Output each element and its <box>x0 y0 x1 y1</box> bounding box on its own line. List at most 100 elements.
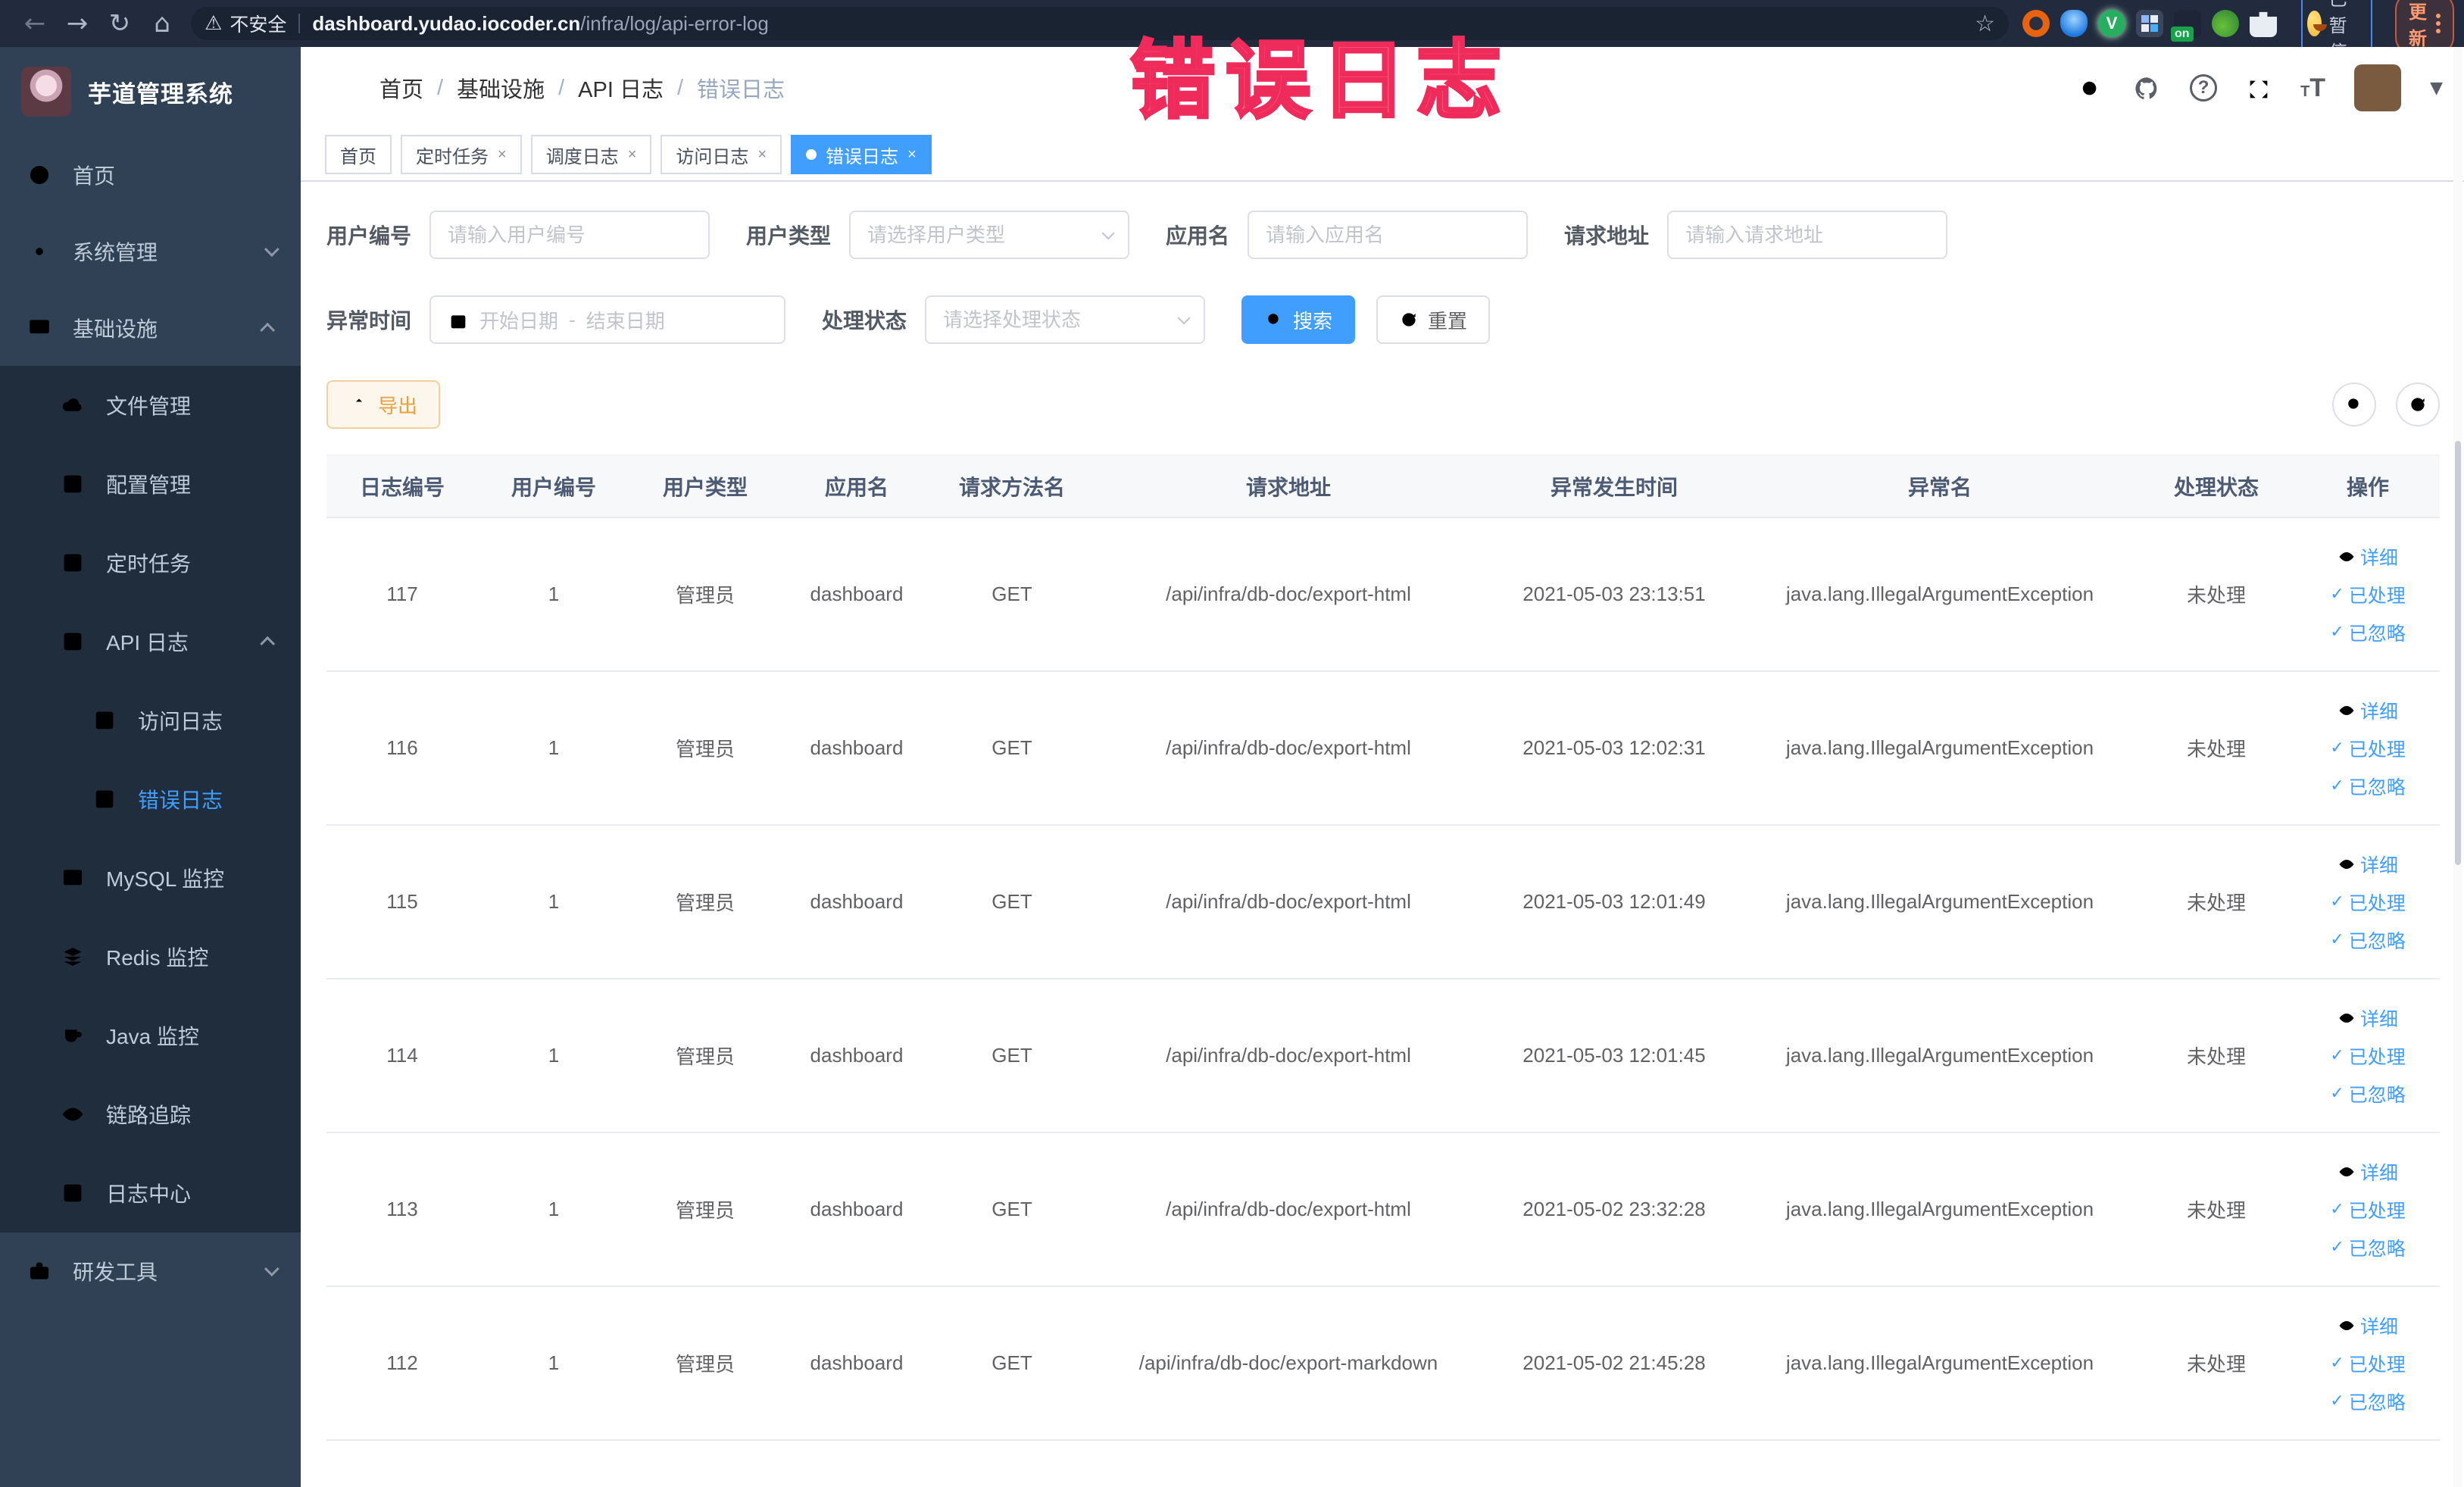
close-icon[interactable]: × <box>907 146 917 164</box>
extension-icon[interactable]: on <box>2171 10 2201 42</box>
table-cell: 2021-05-02 21:45:28 <box>1485 1286 1743 1441</box>
tag-error-log[interactable]: 错误日志 × <box>791 135 932 174</box>
process-status-select[interactable] <box>925 295 1206 344</box>
log-doc-icon <box>59 1180 86 1207</box>
sidebar-item-log-center[interactable]: 日志中心 <box>0 1154 301 1232</box>
help-icon[interactable]: ? <box>2190 74 2218 102</box>
home-icon[interactable]: ⌂ <box>141 8 183 39</box>
extensions-puzzle-icon[interactable] <box>2250 11 2277 37</box>
browser-menu-icon[interactable] <box>2436 14 2441 33</box>
table-cell: dashboard <box>781 825 932 979</box>
eye-icon <box>2338 1161 2356 1182</box>
sidebar-item-redis-monitor[interactable]: Redis 监控 <box>0 917 301 996</box>
mark-processed-link[interactable]: ✓ 已处理 <box>2330 889 2405 916</box>
detail-link[interactable]: 详细 <box>2338 697 2398 724</box>
sidebar-item-label: 日志中心 <box>106 1182 192 1206</box>
mark-processed-link[interactable]: ✓ 已处理 <box>2330 1042 2405 1070</box>
sidebar-item-access-log[interactable]: 访问日志 <box>0 681 301 760</box>
close-icon[interactable]: × <box>757 146 767 164</box>
github-icon[interactable] <box>2132 73 2161 103</box>
fullscreen-icon[interactable] <box>2246 73 2272 103</box>
detail-link[interactable]: 详细 <box>2338 851 2398 878</box>
mark-processed-link[interactable]: ✓ 已处理 <box>2330 1350 2405 1377</box>
extension-icon[interactable] <box>2022 10 2050 37</box>
back-icon[interactable]: ← <box>14 8 56 39</box>
scrollbar-thumb[interactable] <box>2455 441 2461 865</box>
detail-link[interactable]: 详细 <box>2338 1312 2398 1339</box>
tag-schedule-log[interactable]: 调度日志 × <box>530 135 652 174</box>
tag-scheduled-jobs[interactable]: 定时任务 × <box>401 135 522 174</box>
font-size-icon[interactable]: TT <box>2300 73 2325 103</box>
check-icon: ✓ <box>2330 623 2344 642</box>
search-icon[interactable] <box>2078 73 2103 103</box>
mark-ignored-link[interactable]: ✓ 已忽略 <box>2330 1234 2405 1261</box>
tag-access-log[interactable]: 访问日志 × <box>661 135 782 174</box>
detail-link[interactable]: 详细 <box>2338 1004 2398 1032</box>
extension-icon[interactable] <box>2136 10 2163 37</box>
mark-processed-link[interactable]: ✓ 已处理 <box>2330 1196 2405 1223</box>
close-icon[interactable]: × <box>628 146 637 164</box>
detail-link[interactable]: 详细 <box>2338 1158 2398 1186</box>
sidebar-item-mysql-monitor[interactable]: MySQL 监控 <box>0 839 301 917</box>
search-button[interactable]: 搜索 <box>1241 295 1356 344</box>
sidebar-item-infra[interactable]: 基础设施 <box>0 289 301 366</box>
mark-ignored-link[interactable]: ✓ 已忽略 <box>2330 1080 2405 1107</box>
action-label: 已处理 <box>2348 1354 2406 1376</box>
export-button[interactable]: 导出 <box>326 380 441 429</box>
breadcrumb-item[interactable]: 基础设施 <box>457 72 545 104</box>
mark-ignored-link[interactable]: ✓ 已忽略 <box>2330 773 2405 800</box>
sidebar-item-config-manage[interactable]: 配置管理 <box>0 445 301 523</box>
forward-icon[interactable]: → <box>56 8 98 39</box>
mark-processed-link[interactable]: ✓ 已处理 <box>2330 581 2405 608</box>
extension-icon[interactable] <box>2060 10 2088 37</box>
sidebar-item-file-manage[interactable]: 文件管理 <box>0 366 301 445</box>
user-menu-caret-icon[interactable]: ▼ <box>2430 79 2443 98</box>
collapse-sidebar-icon[interactable] <box>322 73 352 103</box>
app-name-input[interactable] <box>1266 223 1510 247</box>
reload-icon[interactable]: ↻ <box>98 8 141 39</box>
mark-processed-link[interactable]: ✓ 已处理 <box>2330 735 2405 762</box>
table-cell: GET <box>932 517 1091 672</box>
actions-cell: 详细 ✓ 已处理 ✓ 已忽略 <box>2296 1286 2440 1441</box>
sidebar-item-system[interactable]: 系统管理 <box>0 213 301 289</box>
user-avatar[interactable] <box>2354 64 2402 111</box>
extension-icon[interactable] <box>2212 10 2239 37</box>
refresh-table-button[interactable] <box>2396 383 2440 426</box>
process-status-select-input[interactable] <box>943 308 1179 332</box>
detail-link[interactable]: 详细 <box>2338 543 2398 570</box>
user-id-input[interactable] <box>448 223 692 247</box>
tag-home[interactable]: 首页 <box>325 135 392 174</box>
address-bar[interactable]: ⚠ 不安全 dashboard.yudao.iocoder.cn /infra/… <box>191 7 2009 40</box>
reset-button[interactable]: 重置 <box>1376 295 1491 344</box>
toggle-search-button[interactable] <box>2332 383 2376 426</box>
not-secure-warning-icon[interactable]: ⚠ <box>205 12 222 35</box>
sidebar-item-api-log[interactable]: API 日志 <box>0 602 301 681</box>
date-range-picker[interactable]: 开始日期 - 结束日期 <box>429 295 786 344</box>
user-type-label: 用户类型 <box>746 224 832 248</box>
start-date-placeholder[interactable]: 开始日期 <box>479 306 558 334</box>
sidebar-item-dev-tools[interactable]: 研发工具 <box>0 1232 301 1309</box>
app-logo[interactable]: 芋道管理系统 <box>0 47 301 136</box>
close-icon[interactable]: × <box>498 146 507 164</box>
mark-ignored-link[interactable]: ✓ 已忽略 <box>2330 926 2405 954</box>
mark-ignored-link[interactable]: ✓ 已忽略 <box>2330 619 2405 646</box>
request-url-input[interactable] <box>1685 223 1930 247</box>
mark-ignored-link[interactable]: ✓ 已忽略 <box>2330 1388 2405 1415</box>
user-type-select[interactable] <box>849 211 1130 259</box>
bookmark-star-icon[interactable]: ☆ <box>1975 11 1995 37</box>
coffee-cup-icon <box>59 1023 86 1049</box>
vue-devtools-icon[interactable]: V <box>2098 10 2125 37</box>
user-type-select-input[interactable] <box>867 223 1103 247</box>
breadcrumb-item[interactable]: 首页 <box>379 72 423 104</box>
sidebar-item-error-log[interactable]: 错误日志 <box>0 760 301 839</box>
page-scrollbar[interactable] <box>2453 47 2462 1487</box>
breadcrumb-item[interactable]: API 日志 <box>578 72 664 104</box>
action-label: 详细 <box>2359 1008 2398 1030</box>
sidebar-item-label: 配置管理 <box>106 473 192 497</box>
end-date-placeholder[interactable]: 结束日期 <box>586 306 665 334</box>
sidebar-item-home[interactable]: 首页 <box>0 136 301 213</box>
sidebar-item-scheduled-jobs[interactable]: 定时任务 <box>0 523 301 602</box>
sidebar-item-java-monitor[interactable]: Java 监控 <box>0 996 301 1075</box>
sidebar-item-trace[interactable]: 链路追踪 <box>0 1075 301 1154</box>
table-cell: /api/infra/db-doc/export-html <box>1091 1132 1485 1287</box>
